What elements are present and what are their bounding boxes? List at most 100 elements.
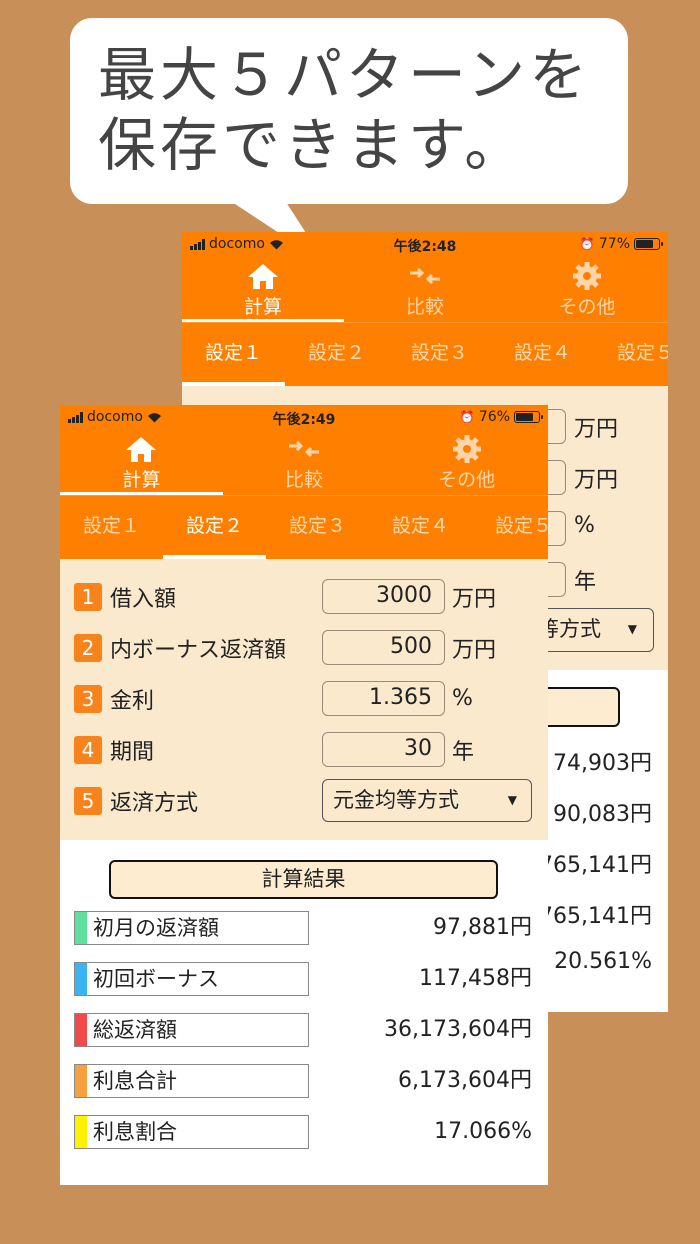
result-value: 765,141円: [539, 904, 652, 929]
tab-setting-3[interactable]: 設定３: [388, 323, 491, 386]
main-nav: 計算 比較 その他: [60, 429, 548, 495]
nav-calc-label: 計算: [243, 296, 282, 318]
result-row-total: 総返済額 36,173,604円: [60, 1003, 548, 1054]
tab-setting-4[interactable]: 設定４: [491, 323, 594, 386]
result-label: 総返済額: [93, 1018, 177, 1042]
unit-label: 万円: [574, 417, 619, 442]
battery-percent: 77%: [598, 236, 630, 252]
alarm-icon: ⏰: [459, 410, 475, 424]
result-label-box: 総返済額: [74, 1013, 309, 1047]
nav-calc[interactable]: 計算: [182, 256, 344, 322]
setting-tabs: 設定１ 設定２ 設定３ 設定４ 設定５: [60, 495, 548, 559]
repayment-method-select[interactable]: 元金均等方式 ▼: [322, 779, 532, 822]
unit-label: 万円: [452, 637, 497, 663]
term-field[interactable]: 30: [322, 732, 445, 767]
color-swatch: [75, 912, 87, 944]
status-bar: docomo 午後2:48 ⏰ 77%: [182, 232, 668, 256]
nav-compare-label: 比較: [405, 296, 444, 318]
step-number: 4: [74, 735, 102, 764]
result-label: 初月の返済額: [93, 916, 219, 940]
chevron-down-icon: ▼: [507, 793, 517, 807]
step-number: 3: [74, 684, 102, 713]
result-row-first-bonus: 初回ボーナス 117,458円: [60, 952, 548, 1003]
result-value: 17.066%: [434, 1119, 532, 1144]
field-label: 期間: [110, 739, 155, 765]
nav-calc-label: 計算: [122, 469, 161, 491]
tab-setting-4[interactable]: 設定４: [369, 496, 472, 559]
result-value: 20.561%: [554, 949, 652, 974]
result-label-box: 利息割合: [74, 1115, 309, 1149]
unit-label: %: [574, 513, 595, 538]
nav-other[interactable]: その他: [506, 256, 668, 322]
result-value: 90,083円: [553, 802, 652, 827]
loan-amount-field[interactable]: 3000: [322, 579, 445, 614]
field-label: 金利: [110, 688, 155, 714]
unit-label: 万円: [574, 468, 619, 493]
nav-compare-label: 比較: [285, 469, 324, 491]
result-row-interest-ratio: 利息割合 17.066%: [60, 1105, 548, 1156]
loan-form: 1 借入額 3000 万円 2 内ボーナス返済額 500 万円 3 金利 1.3…: [60, 559, 548, 840]
nav-compare[interactable]: 比較: [344, 256, 506, 322]
chevron-down-icon: ▼: [627, 622, 637, 636]
nav-other[interactable]: その他: [385, 429, 548, 495]
gear-icon: [452, 435, 481, 463]
promo-text: 最大５パターンを 保存できます。: [98, 40, 591, 180]
input-row-method: 5 返済方式 元金均等方式 ▼: [60, 775, 548, 826]
result-label-box: 初月の返済額: [74, 911, 309, 945]
promo-bubble: 最大５パターンを 保存できます。: [70, 18, 628, 204]
calc-result-button[interactable]: 計算結果: [109, 860, 498, 899]
step-number: 5: [74, 786, 102, 815]
result-label: 初回ボーナス: [93, 967, 219, 991]
promo-line-2: 保存できます。: [98, 111, 527, 179]
input-row-loan-amount: 1 借入額 3000 万円: [60, 571, 548, 622]
tab-setting-3[interactable]: 設定３: [266, 496, 369, 559]
main-nav: 計算 比較 その他: [182, 256, 668, 322]
compare-arrows-icon: [410, 267, 440, 285]
alarm-icon: ⏰: [579, 237, 595, 251]
result-value: 6,173,604円: [398, 1068, 532, 1093]
field-label: 返済方式: [110, 790, 199, 816]
tab-setting-1[interactable]: 設定１: [60, 496, 163, 559]
nav-compare[interactable]: 比較: [223, 429, 386, 495]
result-label-box: 利息合計: [74, 1064, 309, 1098]
color-swatch: [75, 1116, 87, 1148]
tab-setting-5[interactable]: 設定５: [472, 496, 548, 559]
battery-icon: [634, 238, 663, 250]
tab-setting-5[interactable]: 設定５: [594, 323, 668, 386]
step-number: 1: [74, 582, 102, 611]
home-icon: [126, 437, 157, 462]
bonus-amount-field[interactable]: 500: [322, 630, 445, 665]
tab-setting-2[interactable]: 設定２: [285, 323, 388, 386]
tab-setting-1[interactable]: 設定１: [182, 323, 285, 386]
step-number: 2: [74, 633, 102, 662]
front-screen: docomo 午後2:49 ⏰ 76% 計算 比較 その他 設定１ 設定２ 設定…: [60, 405, 548, 1185]
result-label: 利息割合: [93, 1120, 177, 1144]
result-value: 765,141円: [539, 853, 652, 878]
result-label: 利息合計: [93, 1069, 177, 1093]
unit-label: 万円: [452, 586, 497, 612]
nav-other-label: その他: [558, 296, 616, 318]
result-row-interest-total: 利息合計 6,173,604円: [60, 1054, 548, 1105]
result-value: 36,173,604円: [384, 1017, 532, 1042]
result-row-first-month: 初月の返済額 97,881円: [60, 901, 548, 952]
input-row-term: 4 期間 30 年: [60, 724, 548, 775]
field-label: 借入額: [110, 586, 177, 612]
result-value: 74,903円: [553, 751, 652, 776]
unit-label: 年: [574, 570, 597, 595]
setting-tabs: 設定１ 設定２ 設定３ 設定４ 設定５: [182, 322, 668, 386]
tab-setting-2[interactable]: 設定２: [163, 496, 266, 559]
color-swatch: [75, 963, 87, 995]
input-row-interest: 3 金利 1.365 %: [60, 673, 548, 724]
nav-calc[interactable]: 計算: [60, 429, 223, 495]
input-row-bonus: 2 内ボーナス返済額 500 万円: [60, 622, 548, 673]
result-value: 117,458円: [419, 966, 532, 991]
method-value: 元金均等方式: [333, 788, 459, 812]
battery-percent: 76%: [478, 409, 510, 425]
nav-other-label: その他: [438, 469, 496, 491]
result-value: 97,881円: [433, 915, 532, 940]
unit-label: 年: [452, 739, 475, 765]
compare-arrows-icon: [289, 440, 319, 458]
color-swatch: [75, 1065, 87, 1097]
home-icon: [248, 264, 278, 289]
interest-rate-field[interactable]: 1.365: [322, 681, 445, 716]
